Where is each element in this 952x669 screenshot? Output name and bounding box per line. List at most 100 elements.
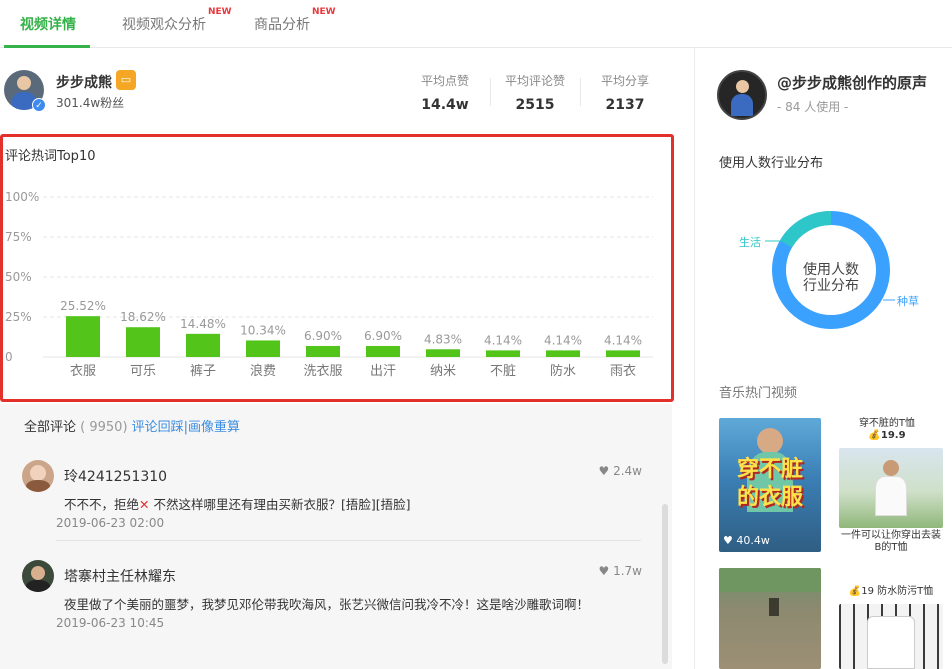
comment-likes: ♥ 2.4w [599, 464, 643, 478]
product-thumb[interactable] [839, 604, 943, 669]
comment-text-part: 不不不，拒绝 [64, 497, 140, 512]
hot-videos-title: 音乐热门视频 [719, 386, 798, 401]
comments-label: 全部评论 [24, 420, 77, 435]
x-tick-label: 可乐 [130, 364, 156, 379]
product-name[interactable]: 19 防水防污T恤 [861, 586, 933, 597]
video-likes-count: 40.4w [736, 534, 770, 547]
product-name[interactable]: 穿不脏的T恤 [835, 418, 939, 430]
y-tick-label: 25% [5, 310, 32, 324]
comments-header: 全部评论 ( 9950) 评论回踩|画像重算 [24, 416, 240, 435]
stat-label: 平均点赞 [420, 74, 469, 88]
commenter-avatar[interactable] [22, 560, 54, 592]
red-cross-emoji-icon: ✕ [139, 497, 150, 512]
hot-video-thumb[interactable]: 穿不脏 的衣服 ♥ 40.4w [719, 418, 821, 552]
donut-segment-life[interactable] [779, 211, 832, 248]
music-users: - 84 人使用 - [777, 100, 849, 114]
x-tick-label: 出汗 [370, 364, 396, 379]
comment-text-part: 夜里做了个美丽的噩梦，我梦见邓伦带我吹海风，张艺兴微信问我冷不冷！这是啥沙雕歌词… [64, 597, 590, 612]
donut-center-line: 使用人数 [803, 262, 859, 278]
comment-text: 不不不，拒绝✕ 不然这样哪里还有理由买新衣服？[捂脸][捂脸] [64, 494, 410, 513]
heart-icon: ♥ [723, 534, 733, 547]
chart-title: 评论热词Top10 [5, 149, 96, 164]
bar-value-label: 6.90% [364, 329, 402, 343]
overlay-line: 的衣服 [736, 485, 803, 510]
bar-chart: 100% 75% 50% 25% 0 25.52% 衣服 18.62% 可乐 14.48% 裤子 10… [5, 190, 653, 379]
comments-scrollbar[interactable] [662, 504, 668, 664]
stat-avg-shares: 平均分享 2137 [580, 72, 670, 113]
x-tick-label: 裤子 [190, 364, 216, 379]
tab-label: 视频观众分析 [122, 17, 206, 33]
music-cover[interactable] [717, 70, 767, 120]
stat-value: 14.4w [421, 97, 469, 113]
tab-bar: 视频详情 视频观众分析 NEW 商品分析 NEW [0, 0, 952, 48]
donut-label-life: 生活 [739, 236, 761, 249]
recalculate-link[interactable]: 评论回踩|画像重算 [132, 420, 240, 435]
product-thumb[interactable] [839, 448, 943, 528]
bar[interactable] [186, 333, 220, 357]
stat-value: 2515 [515, 97, 555, 113]
stat-value: 2137 [605, 97, 645, 113]
money-bag-icon: 💰 [868, 430, 881, 441]
video-detail-panel: ✓ 步步成熊 ▭ 301.4w粉丝 平均点赞 14.4w 平均评论赞 2515 … [0, 48, 680, 669]
stat-label: 平均分享 [600, 74, 649, 88]
bar[interactable] [486, 350, 520, 357]
industry-title: 使用人数行业分布 [719, 156, 824, 171]
x-tick-label: 雨衣 [610, 363, 636, 379]
bar[interactable] [546, 350, 580, 357]
bar[interactable] [306, 345, 340, 357]
comment-time: 2019-06-23 10:45 [56, 616, 165, 630]
comments-count: ( 9950) [80, 420, 128, 435]
y-tick-label: 0 [5, 350, 13, 364]
product-note: 一件可以让你穿出去装B的T恤 [841, 530, 941, 553]
x-tick-label: 浪费 [250, 364, 276, 379]
heart-icon: ♥ [598, 464, 610, 478]
money-bag-icon: 💰 [848, 586, 862, 597]
donut-label-seeding: 种草 [897, 295, 919, 308]
tab-video-detail[interactable]: 视频详情 [20, 14, 76, 34]
tab-label: 视频详情 [20, 17, 76, 33]
product-caption: 穿不脏的T恤 💰19.9 [835, 418, 939, 442]
bar-value-label: 14.48% [180, 317, 226, 331]
product-caption: 💰19 防水防污T恤 [839, 586, 943, 598]
commenter-avatar[interactable] [22, 460, 54, 492]
heart-icon: ♥ [598, 564, 610, 578]
divider [56, 540, 641, 541]
new-badge: NEW [312, 7, 336, 17]
bar-value-label: 4.83% [424, 332, 462, 346]
bar-value-label: 10.34% [240, 323, 286, 337]
bar[interactable] [366, 345, 400, 357]
music-title[interactable]: @步步成熊创作的原声 [777, 72, 927, 93]
product-price: 💰19.9 [835, 430, 939, 442]
bar-value-label: 4.14% [604, 333, 642, 347]
comment-hotwords-chart: 100% 75% 50% 25% 0 25.52% 衣服 18.62% 可乐 14.48% 裤子 10… [0, 134, 674, 402]
bar[interactable] [66, 316, 100, 357]
bar[interactable] [246, 340, 280, 357]
x-tick-label: 洗衣服 [303, 363, 342, 379]
y-tick-label: 50% [5, 270, 32, 284]
commenter-name[interactable]: 玲4241251310 [64, 466, 167, 486]
tab-product-analysis[interactable]: 商品分析 NEW [254, 7, 336, 34]
bar[interactable] [606, 350, 640, 357]
video-overlay-text: 穿不脏 的衣服 [719, 456, 821, 512]
hot-video-thumb[interactable] [719, 568, 821, 669]
donut-center-label: 使用人数 行业分布 [791, 262, 871, 294]
bar-value-label: 6.90% [304, 329, 342, 343]
bar[interactable] [426, 349, 460, 357]
x-tick-label: 纳米 [430, 364, 456, 379]
author-name[interactable]: 步步成熊 [56, 72, 112, 92]
comment-text-part: 不然这样哪里还有理由买新衣服？[捂脸][捂脸] [149, 497, 411, 512]
bar-value-label: 25.52% [60, 299, 106, 313]
donut-center-line: 行业分布 [803, 278, 859, 294]
tab-label: 商品分析 [254, 17, 310, 33]
tab-audience-analysis[interactable]: 视频观众分析 NEW [122, 7, 232, 34]
likes-count: 2.4w [613, 464, 642, 478]
store-icon[interactable]: ▭ [116, 70, 136, 90]
likes-count: 1.7w [613, 564, 642, 578]
comments-section: 全部评论 ( 9950) 评论回踩|画像重算 玲4241251310 ♥ 2.4… [0, 404, 672, 669]
commenter-name[interactable]: 塔寨村主任林耀东 [64, 566, 176, 586]
music-panel: @步步成熊创作的原声 - 84 人使用 - 使用人数行业分布 生活 种草 使用人… [694, 48, 952, 669]
comment-time: 2019-06-23 02:00 [56, 516, 165, 530]
verified-icon: ✓ [32, 98, 46, 112]
bar[interactable] [126, 327, 160, 357]
video-likes: ♥ 40.4w [723, 534, 770, 547]
